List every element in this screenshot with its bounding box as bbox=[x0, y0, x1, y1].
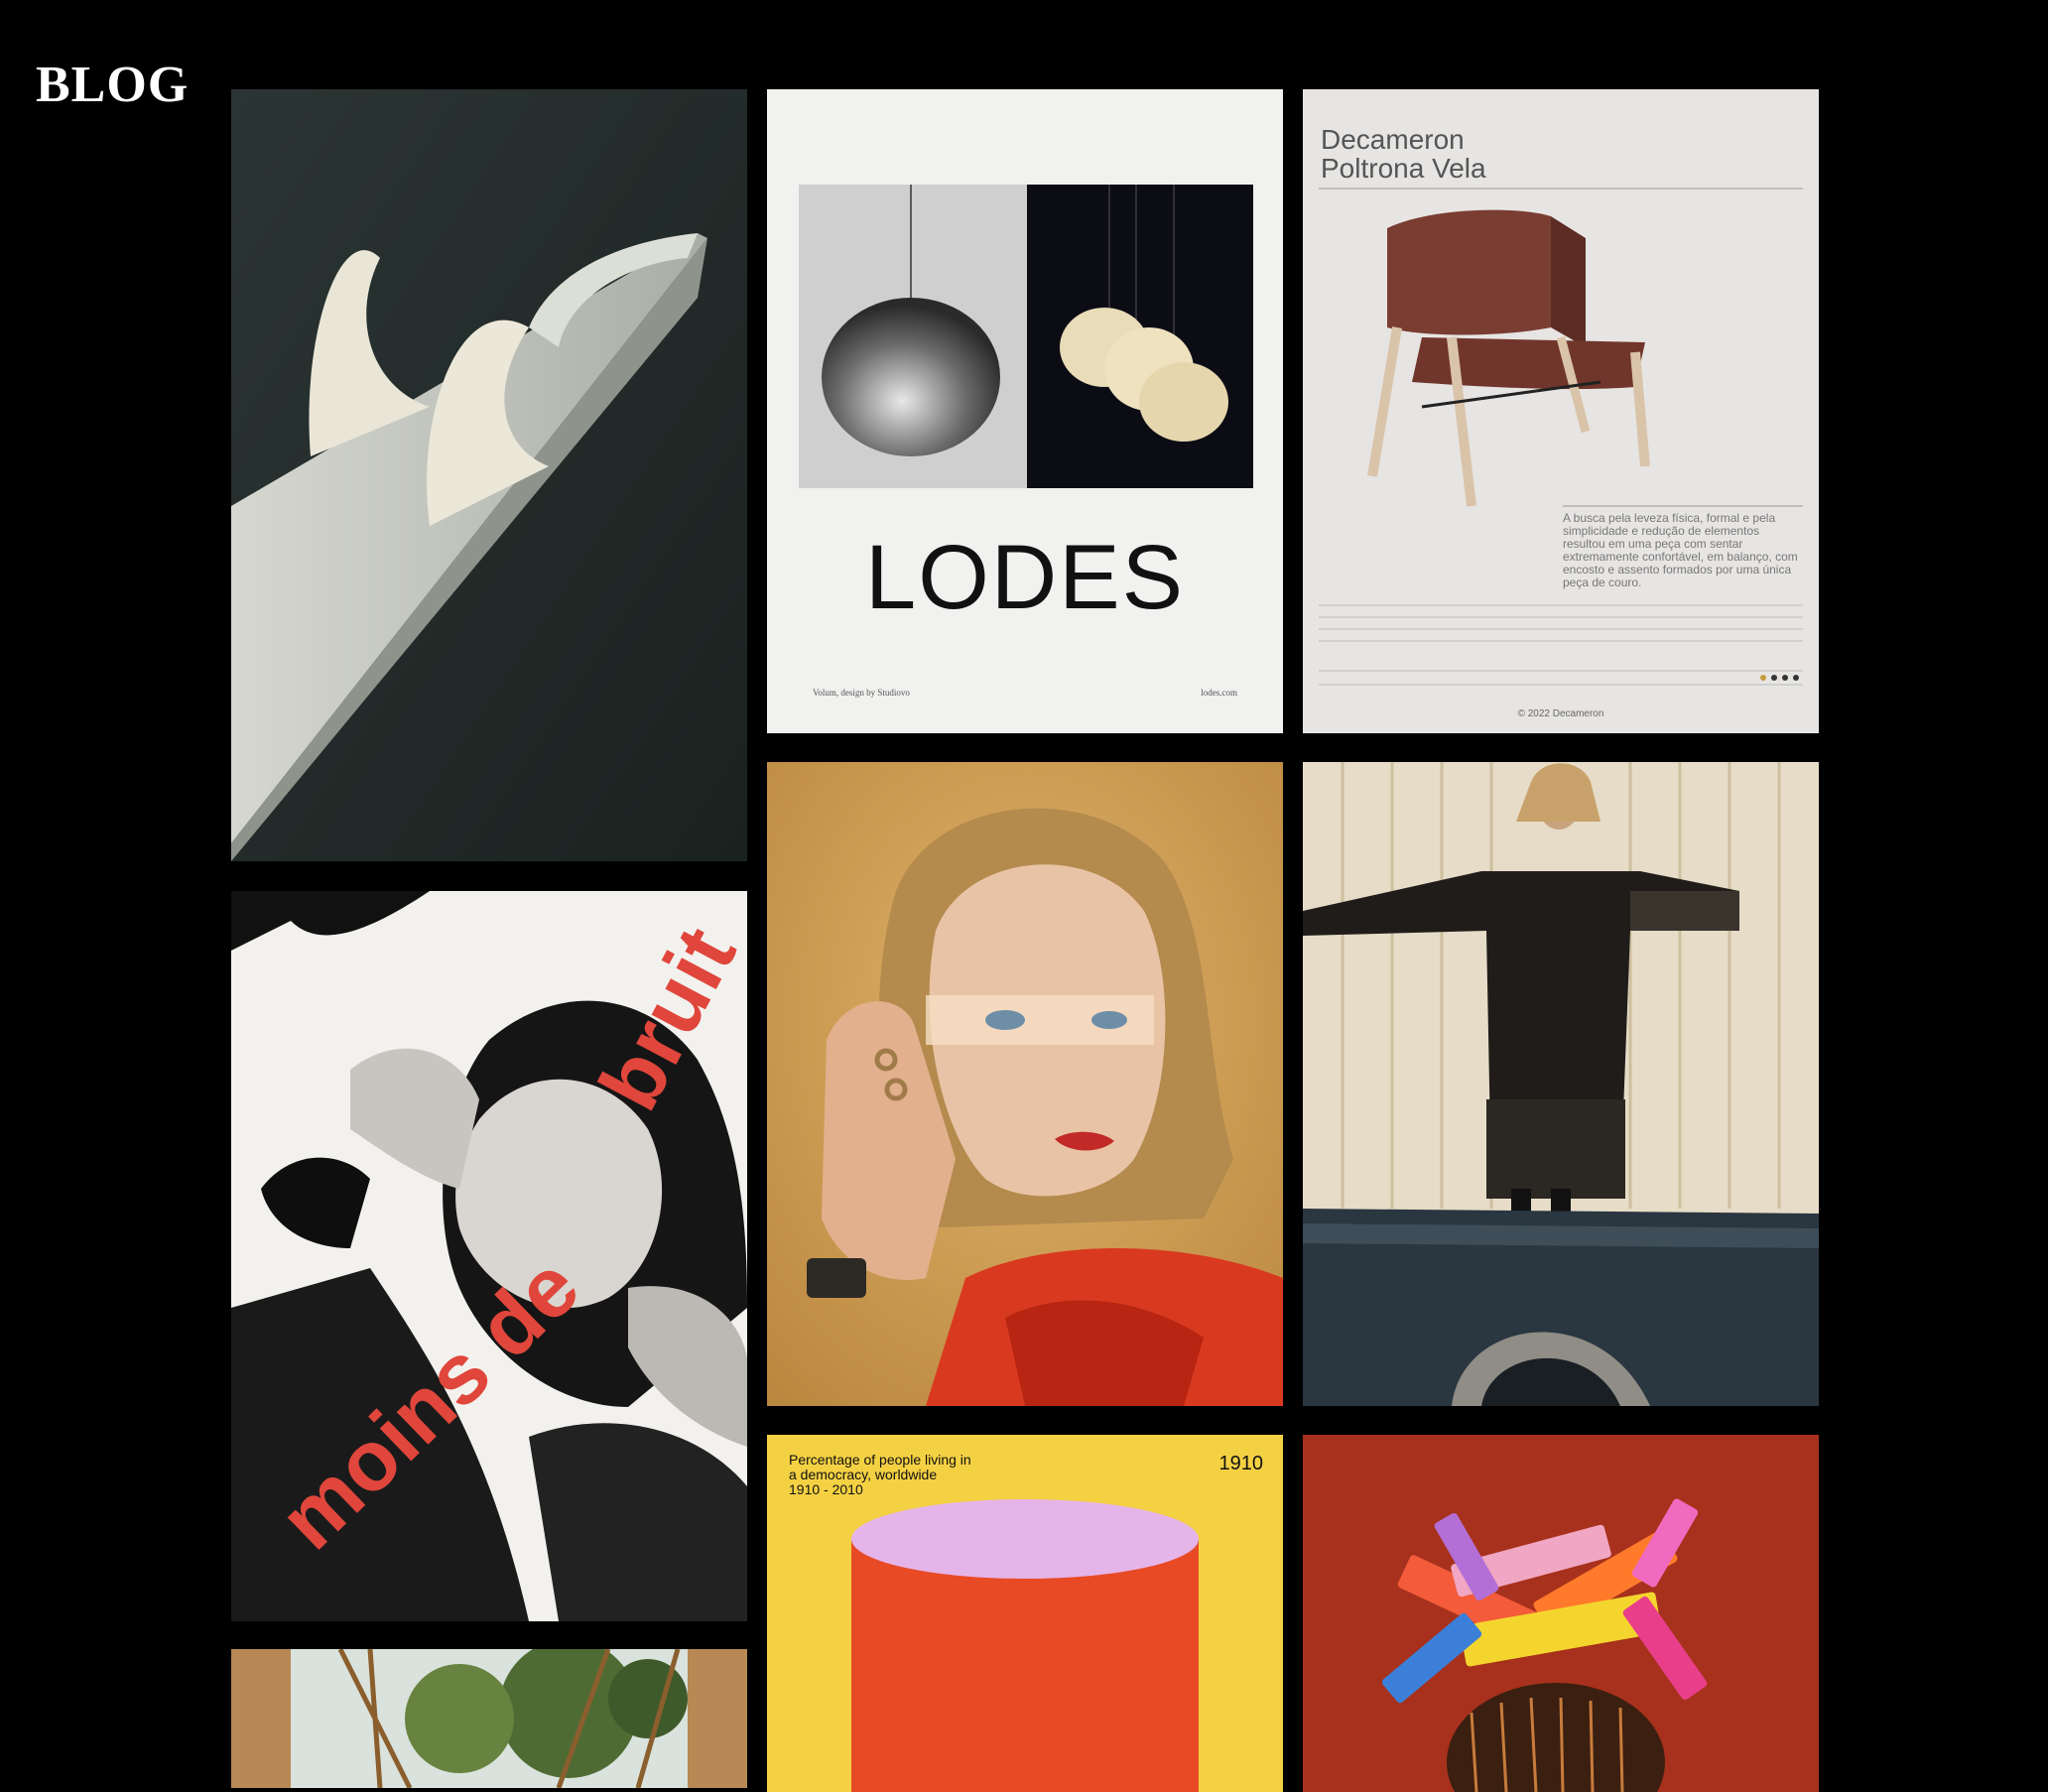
decameron-chair-image bbox=[1319, 188, 1803, 686]
decameron-footer: © 2022 Decameron bbox=[1517, 708, 1604, 719]
decameron-description: A busca pela leveza física, formal e pel… bbox=[1563, 511, 1798, 589]
post-tile-sculpture[interactable] bbox=[231, 89, 747, 861]
combs-image bbox=[1303, 1435, 1819, 1792]
post-tile-combs[interactable] bbox=[1303, 1435, 1819, 1792]
fashion-image bbox=[1303, 762, 1819, 1406]
democracy-year: 1910 bbox=[1218, 1453, 1264, 1474]
lodes-caption: Volum, design by Studiovo bbox=[813, 688, 910, 698]
post-tile-portrait[interactable] bbox=[767, 762, 1283, 1406]
post-tile-lodes[interactable]: LODES Volum, design by Studiovo lodes.co… bbox=[767, 89, 1283, 733]
architecture-image bbox=[231, 1649, 747, 1788]
post-tile-architecture[interactable] bbox=[231, 1649, 747, 1788]
post-tile-decameron[interactable]: Decameron Poltrona Vela A busca pela lev… bbox=[1303, 89, 1819, 733]
lodes-brand: LODES bbox=[865, 527, 1185, 628]
lodes-lamp-image bbox=[799, 185, 1253, 488]
post-tile-moins-de-bruit[interactable]: moins de bruit bbox=[231, 891, 747, 1621]
democracy-title: Percentage of people living in a democra… bbox=[789, 1452, 971, 1497]
blog-logo[interactable]: BLOG bbox=[36, 60, 189, 111]
post-tile-democracy[interactable]: Percentage of people living in a democra… bbox=[767, 1435, 1283, 1792]
post-tile-fashion[interactable] bbox=[1303, 762, 1819, 1406]
portrait-image bbox=[767, 762, 1283, 1406]
lodes-site: lodes.com bbox=[1201, 688, 1237, 698]
sculpture-image bbox=[231, 89, 747, 861]
